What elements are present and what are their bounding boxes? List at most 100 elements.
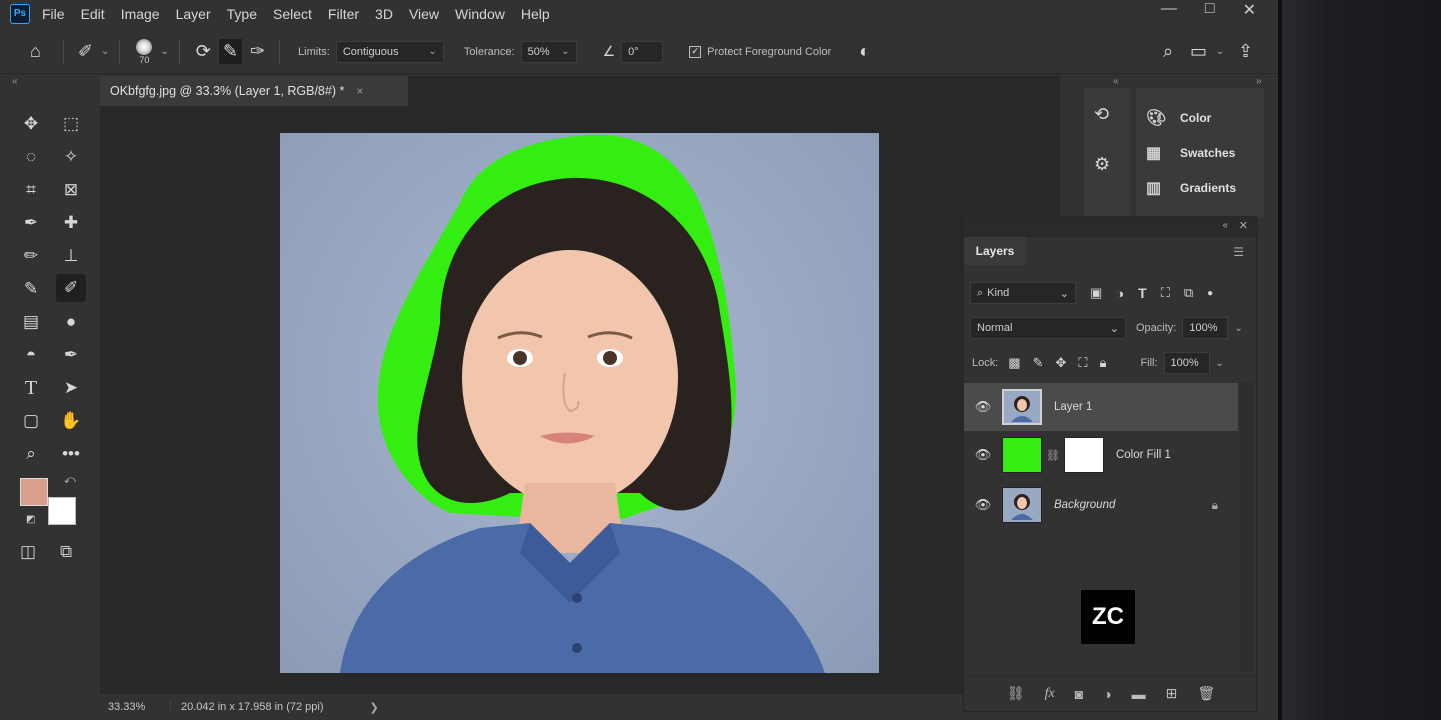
frame-tool-icon[interactable]: ⊠	[56, 176, 86, 204]
zoom-level[interactable]: 33.33%	[108, 701, 158, 713]
chevron-down-icon[interactable]: ⌄	[101, 46, 109, 57]
gradient-tool-icon[interactable]: ▤	[16, 308, 46, 336]
lasso-tool-icon[interactable]: ◌	[16, 143, 46, 171]
layers-tab[interactable]: Layers	[964, 237, 1026, 265]
lock-transparent-icon[interactable]: ▩	[1008, 355, 1020, 371]
color-panel-item[interactable]: 🎨︎ Color	[1146, 108, 1211, 128]
swap-colors-icon[interactable]: ⤺	[64, 474, 76, 487]
fx-icon[interactable]: fx	[1045, 686, 1055, 702]
brush-tool-icon[interactable]: ✏	[16, 242, 46, 270]
add-mask-icon[interactable]: ◙	[1075, 686, 1083, 702]
menu-edit[interactable]: Edit	[81, 6, 105, 22]
chevron-down-icon[interactable]: ⌄	[1234, 323, 1242, 334]
history-panel-icon[interactable]: ⟲	[1094, 104, 1109, 125]
tolerance-field[interactable]: 50% ⌄	[520, 40, 577, 63]
menu-layer[interactable]: Layer	[176, 6, 211, 22]
lock-all-icon[interactable]: 🔒︎	[1100, 355, 1107, 371]
marquee-tool-icon[interactable]: ⬚	[56, 110, 86, 138]
eyedropper-tool-icon[interactable]: ✒	[16, 209, 46, 237]
chevron-down-icon[interactable]: ⌄	[160, 46, 168, 57]
workspace-icon[interactable]: ▭	[1190, 41, 1207, 62]
document-tab[interactable]: OKbfgfg.jpg @ 33.3% (Layer 1, RGB/8#) * …	[100, 76, 408, 106]
default-colors-icon[interactable]: ◩	[26, 514, 35, 525]
adjustment-layer-icon[interactable]: ◑	[1103, 686, 1111, 702]
layer-row[interactable]: 👁︎ ⛓︎ Color Fill 1	[964, 431, 1238, 479]
screen-mode-icon[interactable]: ⧉	[60, 542, 72, 562]
chevron-down-icon[interactable]: ⌄	[1216, 358, 1224, 369]
layers-scrollbar[interactable]	[1240, 382, 1254, 672]
fill-field[interactable]: 100%	[1163, 352, 1210, 374]
maximize-button[interactable]: □	[1205, 0, 1215, 20]
hand-tool-icon[interactable]: ✋	[56, 407, 86, 435]
background-eraser-tool-icon[interactable]: ✐	[56, 274, 86, 302]
menu-file[interactable]: File	[42, 6, 65, 22]
more-tools-icon[interactable]: •••	[56, 440, 86, 468]
filter-shape-icon[interactable]: ⛶	[1161, 285, 1170, 301]
link-layers-icon[interactable]: ⛓︎	[1007, 685, 1025, 702]
blend-mode-select[interactable]: Normal ⌄	[970, 317, 1126, 339]
sampling-continuous-icon[interactable]: ⟳	[196, 41, 211, 62]
lock-position-icon[interactable]: ✥	[1056, 355, 1067, 371]
chain-link-icon[interactable]: ⛓︎	[1046, 449, 1060, 462]
visibility-eye-icon[interactable]: 👁︎	[964, 399, 1002, 415]
menu-3d[interactable]: 3D	[375, 6, 393, 22]
lock-pixels-icon[interactable]: ✎	[1033, 355, 1044, 371]
rectangle-tool-icon[interactable]: ▢	[16, 407, 46, 435]
pen-tool-icon[interactable]: ✒	[56, 341, 86, 369]
zoom-tool-icon[interactable]: ⌕	[16, 440, 46, 468]
search-icon[interactable]: ⌕	[1163, 41, 1173, 62]
layer-mask-thumbnail[interactable]	[1063, 437, 1104, 473]
visibility-eye-icon[interactable]: 👁︎	[964, 447, 1002, 463]
menu-filter[interactable]: Filter	[328, 6, 359, 22]
angle-field[interactable]: 0°	[621, 40, 664, 63]
filter-smart-object-icon[interactable]: ⧉	[1184, 285, 1193, 301]
collapse-panel-icon[interactable]: «	[1222, 220, 1228, 231]
close-tab-icon[interactable]: ×	[356, 84, 363, 98]
visibility-eye-icon[interactable]: 👁︎	[964, 497, 1002, 513]
crop-tool-icon[interactable]: ⌗	[16, 176, 46, 204]
move-tool-icon[interactable]: ✥	[16, 110, 46, 138]
status-menu-icon[interactable]: ❯	[370, 701, 379, 714]
expand-panels-icon[interactable]: »	[1256, 76, 1262, 87]
new-layer-icon[interactable]: ⊞	[1166, 685, 1178, 702]
collapse-panels-icon[interactable]: «	[1113, 76, 1119, 87]
history-brush-tool-icon[interactable]: ✎	[16, 275, 46, 303]
chevron-down-icon[interactable]: ⌄	[1216, 46, 1224, 57]
filter-adjustment-icon[interactable]: ◑	[1116, 286, 1124, 301]
menu-window[interactable]: Window	[455, 6, 505, 22]
foreground-color-swatch[interactable]	[20, 478, 48, 506]
new-group-icon[interactable]: ▬	[1132, 686, 1146, 702]
dodge-tool-icon[interactable]: ◓	[16, 341, 46, 369]
background-color-swatch[interactable]	[48, 497, 76, 525]
sampling-swatch-icon[interactable]: ✑	[250, 41, 265, 62]
home-icon[interactable]: ⌂	[30, 41, 41, 62]
layer-filter-kind-select[interactable]: ⌕ Kind ⌄	[970, 282, 1076, 304]
filter-type-icon[interactable]: T	[1138, 285, 1147, 301]
layer-row[interactable]: 👁︎ Background 🔒︎	[964, 481, 1238, 529]
background-eraser-icon[interactable]: ✐	[78, 41, 93, 62]
opacity-field[interactable]: 100%	[1182, 317, 1229, 339]
filter-pixel-icon[interactable]: ▣	[1090, 285, 1102, 301]
share-icon[interactable]: ⇪	[1238, 41, 1253, 62]
swatches-panel-item[interactable]: ▦ Swatches	[1146, 143, 1235, 163]
menu-view[interactable]: View	[409, 6, 439, 22]
gradients-panel-item[interactable]: ▥ Gradients	[1146, 178, 1236, 198]
document-canvas[interactable]	[280, 133, 879, 673]
fill-color-thumbnail[interactable]	[1002, 437, 1042, 473]
brush-size-picker[interactable]: 70	[136, 38, 153, 65]
close-panel-icon[interactable]: ✕	[1239, 219, 1248, 232]
protect-foreground-checkbox[interactable]: ✓	[689, 45, 702, 58]
quick-mask-icon[interactable]: ◫	[20, 542, 36, 562]
delete-layer-icon[interactable]: 🗑︎	[1197, 685, 1215, 702]
sampling-once-icon[interactable]: ✎	[218, 39, 242, 64]
pressure-size-icon[interactable]: ◐	[859, 41, 870, 62]
path-selection-tool-icon[interactable]: ➤	[56, 374, 86, 402]
blur-tool-icon[interactable]: ●	[56, 308, 86, 336]
filter-toggle-icon[interactable]: ●	[1207, 288, 1213, 299]
properties-panel-icon[interactable]: ⚙	[1094, 154, 1110, 175]
type-tool-icon[interactable]: T	[16, 374, 46, 402]
clone-stamp-tool-icon[interactable]: ⊥	[56, 242, 86, 270]
menu-image[interactable]: Image	[121, 6, 160, 22]
collapse-toolbar-icon[interactable]: «	[12, 76, 18, 87]
quick-select-tool-icon[interactable]: ✧	[56, 143, 86, 171]
